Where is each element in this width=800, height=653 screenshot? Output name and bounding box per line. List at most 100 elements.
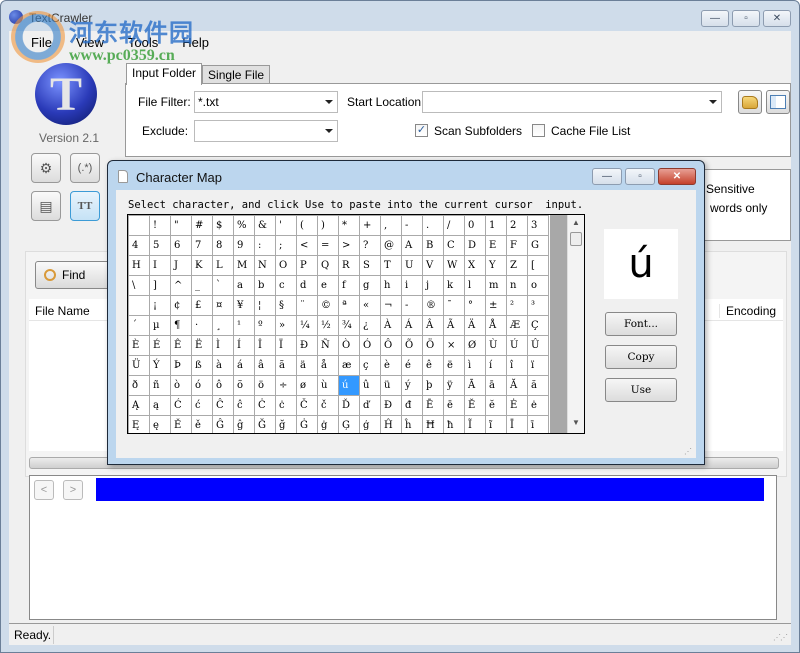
- character-cell[interactable]: ī: [527, 415, 549, 433]
- character-cell[interactable]: Ě: [170, 415, 192, 433]
- character-cell[interactable]: ù: [317, 375, 339, 396]
- tab-single-file[interactable]: Single File: [202, 65, 271, 85]
- character-cell[interactable]: P: [296, 255, 318, 276]
- regex-button[interactable]: (.*): [70, 153, 100, 183]
- character-cell[interactable]: ±: [485, 295, 507, 316]
- character-cell[interactable]: í: [485, 355, 507, 376]
- character-cell[interactable]: Q: [317, 255, 339, 276]
- character-cell[interactable]: 8: [212, 235, 234, 256]
- character-cell[interactable]: ?: [359, 235, 381, 256]
- character-cell[interactable]: Ä: [464, 315, 486, 336]
- character-cell[interactable]: 1: [485, 215, 507, 236]
- character-cell[interactable]: ÿ: [443, 375, 465, 396]
- previous-button[interactable]: <: [34, 480, 54, 500]
- dialog-maximize-button[interactable]: ▫: [625, 168, 655, 185]
- character-cell[interactable]: ð: [128, 375, 150, 396]
- character-cell[interactable]: ½: [317, 315, 339, 336]
- character-cell[interactable]: Č: [296, 395, 318, 416]
- character-cell[interactable]: ¥: [233, 295, 255, 316]
- character-cell[interactable]: Ē: [422, 395, 444, 416]
- start-location-combo[interactable]: [422, 91, 722, 113]
- character-cell[interactable]: Z: [506, 255, 528, 276]
- scroll-down-icon[interactable]: ▼: [570, 418, 582, 430]
- character-cell[interactable]: 0: [464, 215, 486, 236]
- dialog-minimize-button[interactable]: —: [592, 168, 622, 185]
- character-cell[interactable]: g: [359, 275, 381, 296]
- character-cell[interactable]: 6: [170, 235, 192, 256]
- character-cell[interactable]: õ: [233, 375, 255, 396]
- character-cell[interactable]: £: [191, 295, 213, 316]
- character-cell[interactable]: »: [275, 315, 297, 336]
- character-cell[interactable]: ñ: [149, 375, 171, 396]
- character-cell[interactable]: Í: [233, 335, 255, 356]
- character-cell[interactable]: ': [275, 215, 297, 236]
- character-cell[interactable]: -: [401, 215, 423, 236]
- character-cell[interactable]: ħ: [443, 415, 465, 433]
- character-cell[interactable]: ¼: [296, 315, 318, 336]
- character-cell[interactable]: o: [527, 275, 549, 296]
- character-cell[interactable]: â: [254, 355, 276, 376]
- character-cell[interactable]: Ê: [170, 335, 192, 356]
- character-cell[interactable]: Ì: [212, 335, 234, 356]
- close-button[interactable]: ✕: [763, 10, 791, 27]
- character-cell[interactable]: Ú: [506, 335, 528, 356]
- character-cell[interactable]: H: [128, 255, 150, 276]
- character-cell[interactable]: Õ: [401, 335, 423, 356]
- character-cell[interactable]: ²: [506, 295, 528, 316]
- character-cell[interactable]: _: [191, 275, 213, 296]
- character-cell[interactable]: k: [443, 275, 465, 296]
- character-cell[interactable]: ė: [527, 395, 549, 416]
- character-cell[interactable]: ´: [128, 315, 150, 336]
- document-button[interactable]: ▤: [31, 191, 61, 221]
- character-cell[interactable]: ą: [149, 395, 171, 416]
- character-cell[interactable]: 2: [506, 215, 528, 236]
- character-cell[interactable]: Ĉ: [212, 395, 234, 416]
- character-cell[interactable]: d: [296, 275, 318, 296]
- character-cell[interactable]: Ü: [128, 355, 150, 376]
- character-cell[interactable]: č: [317, 395, 339, 416]
- character-cell[interactable]: Ð: [296, 335, 318, 356]
- character-cell[interactable]: ;: [275, 235, 297, 256]
- character-cell[interactable]: Ĕ: [464, 395, 486, 416]
- character-cell[interactable]: 4: [128, 235, 150, 256]
- character-cell[interactable]: ,: [380, 215, 402, 236]
- character-cell[interactable]: A: [401, 235, 423, 256]
- character-cell[interactable]: ¤: [212, 295, 234, 316]
- character-cell[interactable]: G: [527, 235, 549, 256]
- character-cell[interactable]: Ġ: [296, 415, 318, 433]
- character-cell[interactable]: Ï: [275, 335, 297, 356]
- character-cell[interactable]: Ò: [338, 335, 360, 356]
- character-cell[interactable]: Ĥ: [380, 415, 402, 433]
- character-cell[interactable]: ġ: [317, 415, 339, 433]
- file-filter-combo[interactable]: *.txt: [194, 91, 338, 113]
- character-cell[interactable]: B: [422, 235, 444, 256]
- character-cell[interactable]: >: [338, 235, 360, 256]
- menu-tools[interactable]: Tools: [116, 31, 170, 53]
- font-button[interactable]: Font...: [605, 312, 677, 336]
- character-cell[interactable]: L: [212, 255, 234, 276]
- character-cell[interactable]: *: [338, 215, 360, 236]
- exclude-combo[interactable]: [194, 120, 338, 142]
- character-cell[interactable]: ĩ: [485, 415, 507, 433]
- character-cell[interactable]: m: [485, 275, 507, 296]
- character-cell[interactable]: Ī: [506, 415, 528, 433]
- character-cell[interactable]: ß: [191, 355, 213, 376]
- character-cell[interactable]: Ö: [422, 335, 444, 356]
- tab-input-folder[interactable]: Input Folder: [126, 63, 203, 85]
- character-cell[interactable]: l: [464, 275, 486, 296]
- character-cell[interactable]: É: [149, 335, 171, 356]
- character-cell[interactable]: :: [254, 235, 276, 256]
- character-cell[interactable]: T: [380, 255, 402, 276]
- character-cell[interactable]: Ė: [506, 395, 528, 416]
- character-cell[interactable]: Ĝ: [212, 415, 234, 433]
- character-cell[interactable]: ý: [401, 375, 423, 396]
- character-cell[interactable]: [128, 295, 150, 316]
- character-cell[interactable]: ¸: [212, 315, 234, 336]
- character-cell[interactable]: E: [485, 235, 507, 256]
- character-cell[interactable]: Ă: [506, 375, 528, 396]
- character-cell[interactable]: ^: [170, 275, 192, 296]
- character-cell[interactable]: ö: [254, 375, 276, 396]
- character-cell[interactable]: I: [149, 255, 171, 276]
- character-cell[interactable]: e: [317, 275, 339, 296]
- character-cell[interactable]: °: [464, 295, 486, 316]
